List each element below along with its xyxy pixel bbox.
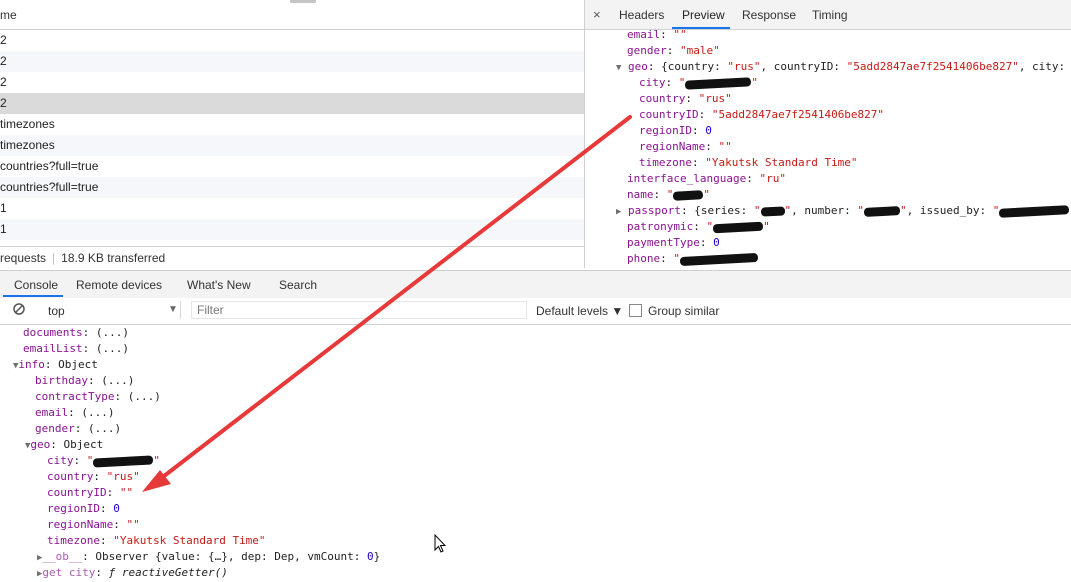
request-row[interactable]: countries?full=true (0, 156, 584, 177)
request-row[interactable]: timezones (0, 114, 584, 135)
response-tabbar: × Headers Preview Response Timing (585, 0, 1071, 30)
console-row-contracttype[interactable]: contractType: (...) (35, 389, 161, 405)
redaction-mark (673, 189, 704, 201)
tree-row-regionname: regionName: "" (639, 140, 732, 153)
request-name: timezones (0, 138, 55, 152)
redaction-mark (685, 76, 752, 90)
tree-row-name: name: " " (627, 188, 710, 201)
request-name: 2 (0, 33, 7, 47)
tab-whats-new[interactable]: What's New (187, 278, 251, 292)
network-status-bar: requests | 18.9 KB transferred (0, 246, 584, 269)
scrollbar-thumb[interactable] (290, 0, 316, 3)
response-panel: × Headers Preview Response Timing email:… (584, 0, 1071, 268)
tree-row-gender: gender: "male" (627, 44, 720, 57)
tree-row-city: city: " " (639, 76, 758, 90)
console-row-geo[interactable]: ▼geo: Object (25, 437, 103, 453)
request-name: 2 (0, 54, 7, 68)
console-row-city: city: " " (47, 454, 160, 468)
tree-row-regionid: regionID: 0 (639, 124, 712, 137)
tree-row-email: email: "" (627, 28, 687, 41)
redaction-mark (679, 252, 759, 266)
request-row[interactable]: timezones (0, 135, 584, 156)
clear-console-icon[interactable] (13, 303, 25, 315)
console-row-emaillist[interactable]: emailList: (...) (23, 341, 129, 357)
expanded-triangle-icon[interactable]: ▼ (616, 63, 621, 73)
request-name: timezones (0, 117, 55, 131)
drawer-tabbar: Console Remote devices What's New Search (0, 270, 1071, 299)
name-column-header[interactable]: me (0, 8, 17, 22)
collapsed-triangle-icon[interactable]: ▶ (616, 207, 621, 217)
tree-row-interface-language: interface_language: "ru" (627, 172, 786, 185)
request-count-label: requests (0, 251, 47, 265)
request-row[interactable]: 2 (0, 51, 584, 72)
console-row-regionname: regionName: "" (47, 518, 140, 531)
console-output: documents: (...) emailList: (...) ▼info:… (0, 325, 1071, 582)
request-row[interactable]: 1 (0, 198, 584, 219)
tab-response[interactable]: Response (742, 8, 796, 22)
redaction-mark (863, 205, 901, 217)
context-value: top (48, 304, 65, 318)
console-row-timezone: timezone: "Yakutsk Standard Time" (47, 534, 266, 547)
request-name: 2 (0, 96, 7, 110)
console-row-regionid: regionID: 0 (47, 502, 120, 515)
tree-row-country: country: "rus" (639, 92, 732, 105)
console-row-email[interactable]: email: (...) (35, 405, 115, 421)
request-name: 1 (0, 222, 7, 236)
console-row-observer[interactable]: ▶__ob__: Observer {value: {…}, dep: Dep,… (37, 549, 380, 565)
request-name: 2 (0, 75, 7, 89)
tree-row-phone: phone: " (627, 251, 759, 267)
console-row-getter[interactable]: ▶get city: ƒ reactiveGetter() (37, 565, 228, 581)
tab-search[interactable]: Search (279, 278, 317, 292)
request-row-selected[interactable]: 2 (0, 93, 584, 114)
filter-input[interactable] (191, 301, 527, 319)
request-name: 1 (0, 201, 7, 215)
group-similar-label: Group similar (648, 303, 720, 318)
default-levels-dropdown[interactable]: Default levels ▼ (536, 304, 623, 318)
redaction-mark (712, 221, 764, 233)
close-icon[interactable]: × (593, 7, 601, 22)
redaction-mark (93, 454, 154, 468)
redaction-mark (999, 204, 1070, 218)
request-row[interactable]: 1 (0, 219, 584, 240)
dropdown-arrow-icon: ▼ (168, 304, 178, 315)
request-name: countries?full=true (0, 180, 99, 194)
context-selector[interactable]: top ▼ (40, 301, 181, 319)
console-row-documents[interactable]: documents: (...) (23, 325, 129, 341)
console-row-countryid: countryID: "" (47, 486, 134, 499)
redaction-mark (760, 205, 785, 217)
tab-console[interactable]: Console (14, 278, 58, 292)
mouse-cursor-icon (434, 534, 446, 553)
console-row-birthday[interactable]: birthday: (...) (35, 373, 134, 389)
tab-remote-devices[interactable]: Remote devices (76, 278, 162, 292)
active-drawer-tab-indicator (3, 295, 63, 297)
tree-row-geo[interactable]: ▼ geo: {country: "rus", countryID: "5add… (616, 59, 1065, 75)
network-request-list: me 2 2 2 2 timezones timezones countries… (0, 0, 584, 269)
tab-preview[interactable]: Preview (682, 8, 725, 22)
console-row-info[interactable]: ▼info: Object (13, 357, 98, 373)
tree-row-paymenttype: paymentType: 0 (627, 236, 720, 249)
tab-timing[interactable]: Timing (812, 8, 848, 22)
tab-headers[interactable]: Headers (619, 8, 664, 22)
network-list-header[interactable]: me (0, 0, 584, 30)
request-row[interactable]: countries?full=true (0, 177, 584, 198)
tree-row-patronymic: patronymic: " " (627, 220, 770, 233)
group-similar-checkbox[interactable]: Group similar (629, 303, 719, 318)
checkbox-icon[interactable] (629, 304, 642, 318)
console-row-gender[interactable]: gender: (...) (35, 421, 121, 437)
transferred-label: 18.9 KB transferred (61, 251, 166, 265)
tree-row-timezone: timezone: "Yakutsk Standard Time" (639, 156, 858, 169)
request-row[interactable]: 2 (0, 30, 584, 51)
request-name: countries?full=true (0, 159, 99, 173)
console-toolbar: top ▼ Default levels ▼ Group similar (0, 298, 1071, 325)
console-row-country: country: "rus" (47, 470, 140, 483)
request-row[interactable]: 2 (0, 72, 584, 93)
tree-row-countryid: countryID: "5add2847ae7f2541406be827" (639, 108, 885, 121)
status-separator: | (52, 251, 56, 265)
tree-row-passport[interactable]: ▶ passport: {series: " ", number: " ", iss… (616, 203, 1070, 219)
